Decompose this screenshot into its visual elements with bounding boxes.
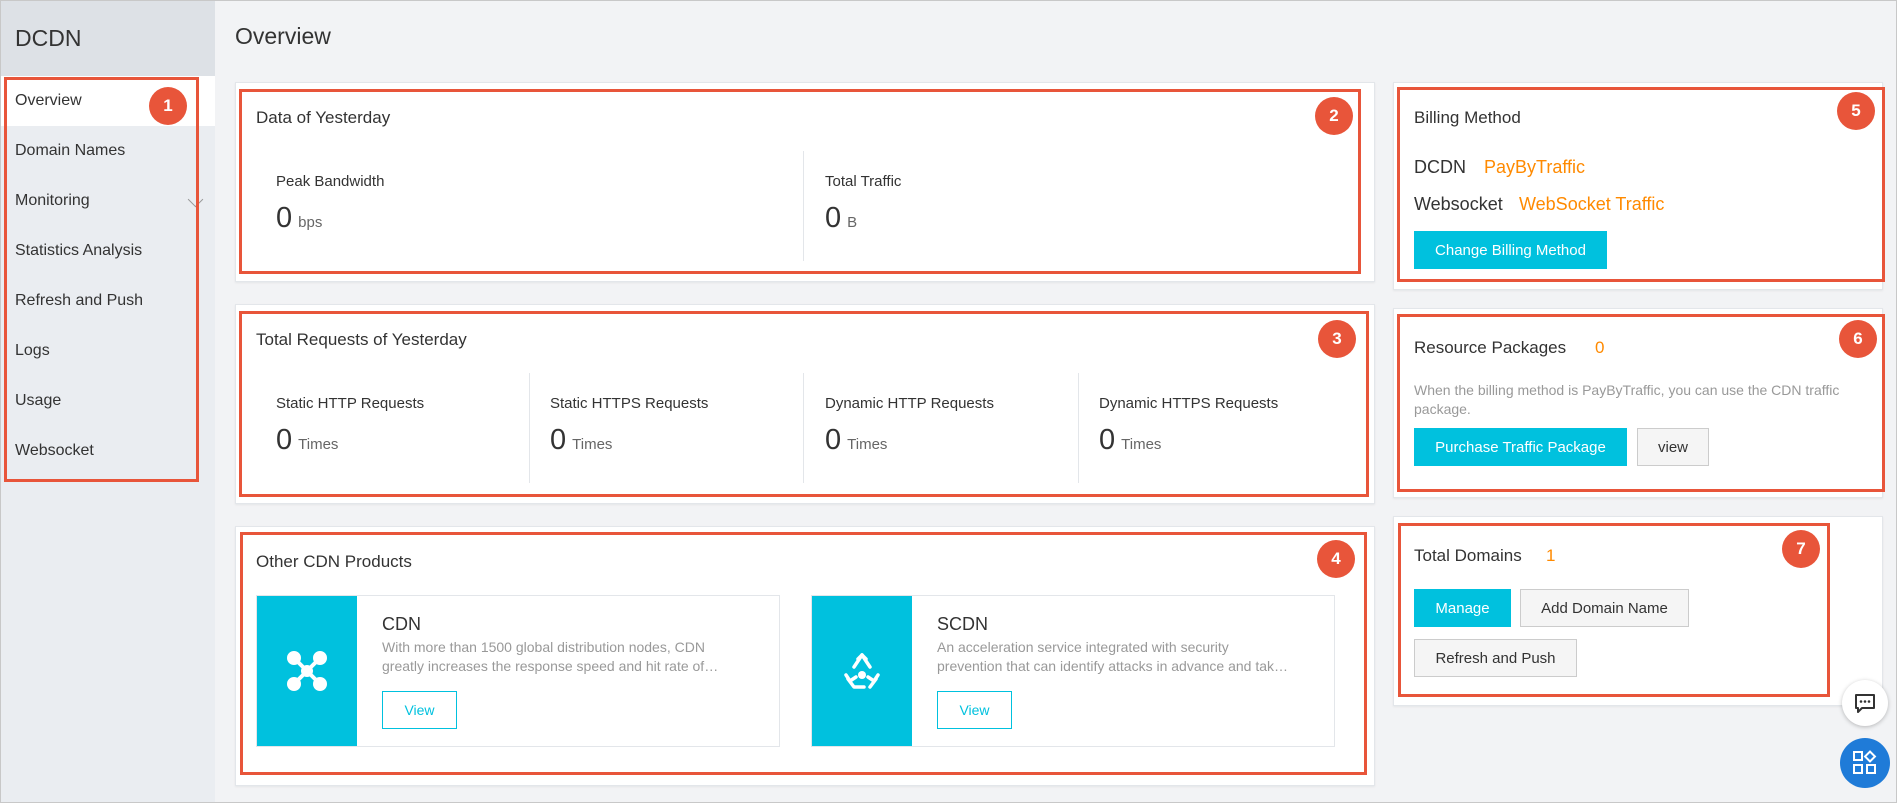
apps-button[interactable] [1840, 738, 1890, 788]
static-https-label: Static HTTPS Requests [550, 395, 709, 412]
sidebar-item-label: Monitoring [15, 192, 90, 209]
resources-hint: When the billing method is PayByTraffic,… [1414, 382, 1840, 417]
cdn-nodes-icon [257, 596, 357, 746]
static-http-label: Static HTTP Requests [276, 395, 425, 412]
products-card: Other CDN Products CDN With more than 15… [235, 526, 1375, 786]
requests-card: Total Requests of Yesterday Static HTTP … [235, 304, 1375, 504]
refresh-and-push-button[interactable]: Refresh and Push [1414, 639, 1577, 677]
resources-card: Resource Packages 0 When the billing met… [1393, 308, 1883, 498]
sidebar-item-refresh-and-push[interactable]: Refresh and Push [1, 276, 215, 326]
sidebar-item-label: Usage [15, 392, 62, 409]
product-name: SCDN [937, 614, 989, 634]
sidebar-item-label: Refresh and Push [15, 292, 144, 309]
sidebar: DCDN Overview Domain Names Monitoring St… [1, 1, 215, 802]
yesterday-title: Data of Yesterday [256, 108, 391, 127]
sidebar-brand: DCDN [1, 1, 215, 76]
annotation-badge: 7 [1782, 530, 1820, 568]
dynamic-https-unit: Times [1121, 436, 1162, 453]
product-scdn: SCDN An acceleration service integrated … [811, 595, 1335, 747]
static-http-value: 0 [276, 424, 293, 456]
product-cdn: CDN With more than 1500 global distribut… [256, 595, 780, 747]
annotation-badge: 5 [1837, 92, 1875, 130]
annotation-badge: 6 [1839, 320, 1877, 358]
manage-button[interactable]: Manage [1414, 589, 1511, 627]
billing-card: Billing Method DCDN PayByTraffic Websock… [1393, 82, 1883, 290]
sidebar-item-domain-names[interactable]: Domain Names [1, 126, 215, 176]
divider [803, 373, 804, 483]
view-cdn-button[interactable]: View [382, 691, 457, 729]
billing-title: Billing Method [1414, 108, 1521, 127]
change-billing-method-button[interactable]: Change Billing Method [1414, 231, 1607, 269]
divider [803, 151, 804, 261]
billing-websocket-value: WebSocket Traffic [1519, 194, 1665, 214]
billing-dcdn-label: DCDN [1414, 157, 1466, 177]
static-http-metric: Static HTTP Requests 0 Times [276, 395, 424, 457]
dynamic-http-value: 0 [825, 424, 842, 456]
sidebar-item-usage[interactable]: Usage [1, 376, 215, 426]
view-packages-button[interactable]: view [1637, 428, 1709, 466]
product-description: An acceleration service integrated with … [937, 639, 1288, 674]
total-traffic-metric: Total Traffic 0B [825, 173, 901, 235]
sidebar-item-label: Websocket [15, 442, 94, 459]
sidebar-item-logs[interactable]: Logs [1, 326, 215, 376]
static-https-metric: Static HTTPS Requests 0 Times [550, 395, 708, 457]
chat-bubble-icon [1855, 694, 1875, 713]
peak-bandwidth-unit: bps [298, 214, 323, 231]
static-http-unit: Times [298, 436, 339, 453]
chat-button[interactable] [1842, 680, 1888, 726]
sidebar-item-label: Statistics Analysis [15, 242, 143, 259]
annotation-badge: 2 [1315, 97, 1353, 135]
billing-websocket-label: Websocket [1414, 194, 1503, 214]
peak-bandwidth-label: Peak Bandwidth [276, 173, 385, 190]
dynamic-http-label: Dynamic HTTP Requests [825, 395, 994, 412]
annotation-badge: 3 [1318, 320, 1356, 358]
resources-title: Resource Packages [1414, 338, 1567, 357]
view-scdn-button[interactable]: View [937, 691, 1012, 729]
billing-dcdn-value: PayByTraffic [1484, 157, 1586, 177]
domains-title: Total Domains [1414, 546, 1522, 565]
sidebar-nav: Overview Domain Names Monitoring Statist… [1, 76, 215, 476]
purchase-traffic-package-button[interactable]: Purchase Traffic Package [1414, 428, 1627, 466]
total-traffic-unit: B [847, 214, 858, 231]
scdn-recycle-icon [812, 596, 912, 746]
yesterday-card: Data of Yesterday Peak Bandwidth 0 bps To… [235, 82, 1375, 282]
divider [1078, 373, 1079, 483]
product-description: With more than 1500 global distribution … [382, 639, 719, 674]
products-title: Other CDN Products [256, 552, 412, 571]
static-https-unit: Times [572, 436, 613, 453]
sidebar-item-statistics-analysis[interactable]: Statistics Analysis [1, 226, 215, 276]
sidebar-item-websocket[interactable]: Websocket [1, 426, 215, 476]
add-domain-name-button[interactable]: Add Domain Name [1520, 589, 1689, 627]
total-traffic-label: Total Traffic [825, 173, 902, 190]
dynamic-http-metric: Dynamic HTTP Requests 0 Times [825, 395, 994, 457]
domains-count: 1 [1546, 546, 1556, 565]
static-https-value: 0 [550, 424, 567, 456]
dynamic-https-metric: Dynamic HTTPS Requests 0 Times [1099, 395, 1278, 457]
chevron-down-icon [187, 191, 204, 208]
requests-title: Total Requests of Yesterday [256, 330, 467, 349]
sidebar-item-label: Domain Names [15, 142, 126, 159]
annotation-badge: 1 [149, 87, 187, 125]
total-traffic-value: 0 [825, 202, 842, 234]
product-name: CDN [382, 614, 421, 634]
peak-bandwidth-value: 0 [276, 202, 293, 234]
dynamic-http-unit: Times [847, 436, 888, 453]
divider [529, 373, 530, 483]
sidebar-item-monitoring[interactable]: Monitoring [1, 176, 215, 226]
sidebar-item-label: Overview [15, 92, 82, 109]
page-title: Overview [235, 23, 331, 49]
dynamic-https-label: Dynamic HTTPS Requests [1099, 395, 1279, 412]
resources-count: 0 [1595, 338, 1605, 357]
sidebar-item-label: Logs [15, 342, 50, 359]
dynamic-https-value: 0 [1099, 424, 1116, 456]
peak-bandwidth-metric: Peak Bandwidth 0 bps [276, 173, 384, 235]
apps-grid-icon [1853, 750, 1877, 774]
annotation-badge: 4 [1317, 540, 1355, 578]
